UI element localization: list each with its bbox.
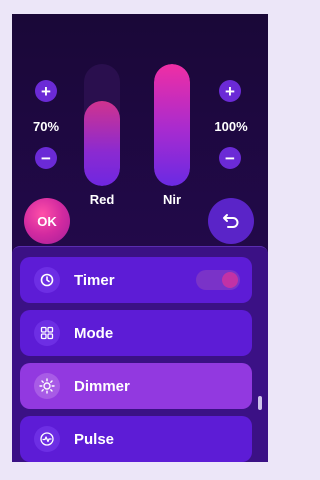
menu-item-label: Timer <box>74 271 115 289</box>
red-increase-button[interactable]: + <box>35 80 57 102</box>
menu-scrollbar[interactable] <box>258 396 262 410</box>
menu-item-label: Pulse <box>74 430 115 448</box>
timer-toggle[interactable] <box>196 270 240 290</box>
device-screen: + 70% − Red Nir + 100% − OK Timer Mode D… <box>12 14 268 462</box>
menu-item-dimmer[interactable]: Dimmer <box>20 363 252 409</box>
menu-item-label: Mode <box>74 324 114 342</box>
undo-icon <box>223 214 239 228</box>
undo-button[interactable] <box>208 198 254 244</box>
red-decrease-button[interactable]: − <box>35 147 57 169</box>
nir-slider[interactable] <box>154 64 190 186</box>
nir-slider-label: Nir <box>162 192 182 207</box>
red-percent-label: 70% <box>32 119 60 134</box>
grid-icon <box>34 320 60 346</box>
minus-icon: − <box>225 148 235 168</box>
menu-item-timer[interactable]: Timer <box>20 257 252 303</box>
nir-slider-fill <box>154 64 190 186</box>
menu-item-pulse[interactable]: Pulse <box>20 416 252 462</box>
sun-icon <box>34 373 60 399</box>
pulse-icon <box>34 426 60 452</box>
ok-button[interactable]: OK <box>24 198 70 244</box>
toggle-knob <box>222 272 238 288</box>
red-slider-fill <box>84 100 120 186</box>
clock-icon <box>34 267 60 293</box>
plus-icon: + <box>225 81 235 101</box>
minus-icon: − <box>41 148 51 168</box>
nir-decrease-button[interactable]: − <box>219 147 241 169</box>
nir-percent-label: 100% <box>214 119 248 134</box>
control-panel: + 70% − Red Nir + 100% − OK <box>12 14 268 254</box>
red-slider[interactable] <box>84 64 120 186</box>
ok-button-label: OK <box>37 213 57 229</box>
nir-increase-button[interactable]: + <box>219 80 241 102</box>
menu-item-label: Dimmer <box>74 377 130 395</box>
red-slider-label: Red <box>89 192 115 207</box>
menu-item-mode[interactable]: Mode <box>20 310 252 356</box>
plus-icon: + <box>41 81 51 101</box>
